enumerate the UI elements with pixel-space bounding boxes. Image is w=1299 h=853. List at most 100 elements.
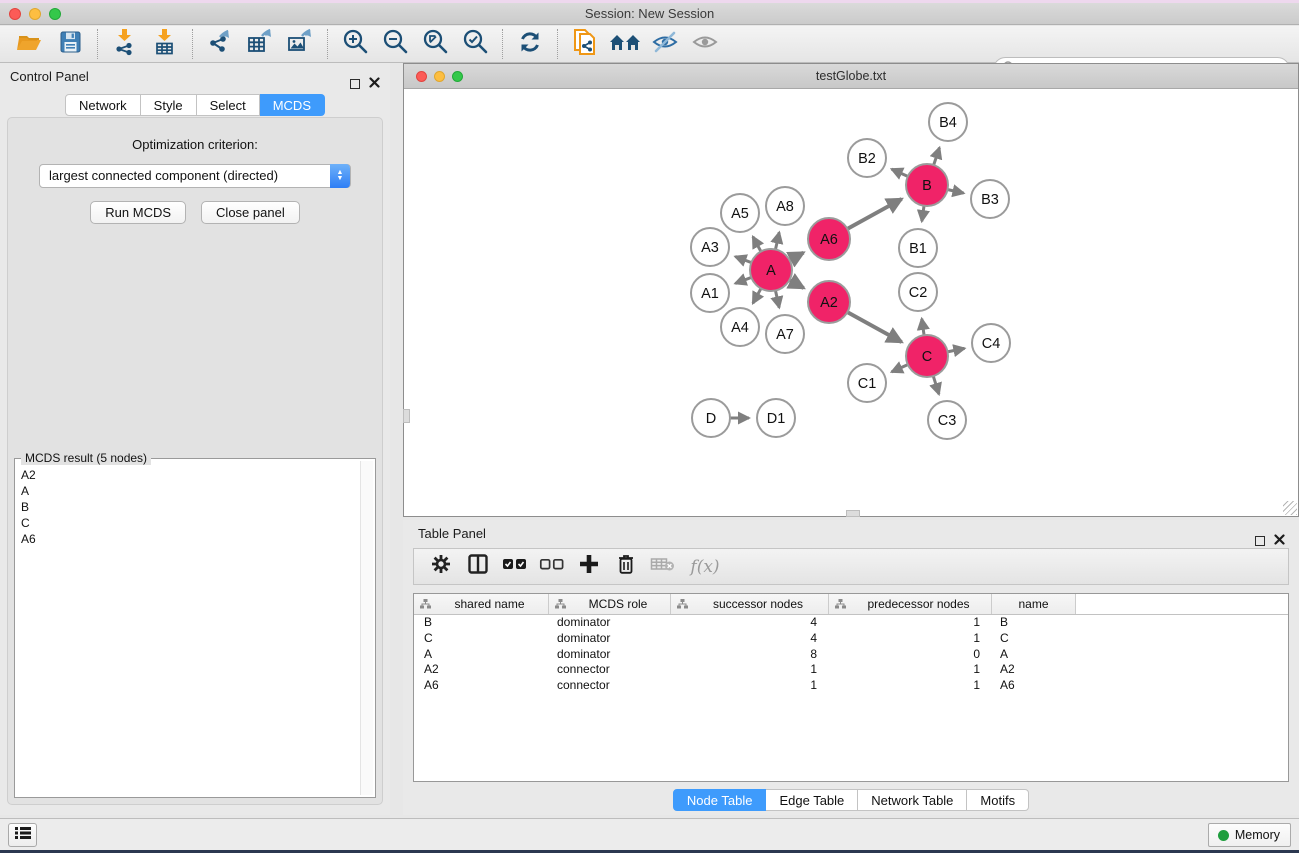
tab-motifs[interactable]: Motifs xyxy=(967,789,1029,811)
network-canvas[interactable]: AA1A2A3A4A5A6A7A8BB1B2B3B4CC1C2C3C4DD1 xyxy=(404,90,1298,516)
show-columns-button[interactable] xyxy=(461,552,494,582)
table-row[interactable]: Cdominator41C xyxy=(414,631,1288,647)
network-window-titlebar[interactable]: testGlobe.txt xyxy=(404,64,1298,89)
table-cell[interactable]: C xyxy=(992,631,1076,647)
graph-node-C3[interactable]: C3 xyxy=(928,401,966,439)
open-session-button[interactable] xyxy=(10,28,50,60)
mcds-result-item[interactable]: C xyxy=(21,515,355,531)
column-header-shared-name[interactable]: shared name xyxy=(414,594,549,614)
table-cell[interactable]: B xyxy=(414,615,549,631)
table-cell[interactable]: dominator xyxy=(549,631,671,647)
horizontal-scrollbar-thumb[interactable] xyxy=(846,510,860,517)
function-builder-button[interactable]: f(x) xyxy=(683,552,727,582)
zoom-selected-button[interactable] xyxy=(455,28,495,60)
tab-network-table[interactable]: Network Table xyxy=(858,789,967,811)
task-history-button[interactable] xyxy=(8,823,37,847)
tab-node-table[interactable]: Node Table xyxy=(673,789,767,811)
table-cell[interactable]: 1 xyxy=(829,678,992,694)
table-row[interactable]: Adominator80A xyxy=(414,647,1288,663)
graph-node-A[interactable]: A xyxy=(750,249,792,291)
table-cell[interactable]: A2 xyxy=(414,662,549,678)
memory-button[interactable]: Memory xyxy=(1208,823,1291,847)
column-header-successor-nodes[interactable]: successor nodes xyxy=(671,594,829,614)
tab-select[interactable]: Select xyxy=(197,94,260,116)
table-cell[interactable]: 1 xyxy=(829,615,992,631)
import-network-button[interactable] xyxy=(105,28,145,60)
mcds-list-scrollbar[interactable] xyxy=(360,461,373,795)
optimization-criterion-select[interactable]: largest connected component (directed) ▲… xyxy=(39,164,351,188)
home-button[interactable] xyxy=(605,28,645,60)
export-network-button[interactable] xyxy=(200,28,240,60)
mcds-result-item[interactable]: A2 xyxy=(21,467,355,483)
graph-node-B2[interactable]: B2 xyxy=(848,139,886,177)
vertical-scrollbar-thumb[interactable] xyxy=(403,409,410,423)
column-header-MCDS-role[interactable]: MCDS role xyxy=(549,594,671,614)
graph-node-B3[interactable]: B3 xyxy=(971,180,1009,218)
zoom-in-button[interactable] xyxy=(335,28,375,60)
graph-node-A2[interactable]: A2 xyxy=(808,281,850,323)
graph-node-A3[interactable]: A3 xyxy=(691,228,729,266)
graph-node-B[interactable]: B xyxy=(906,164,948,206)
mcds-result-item[interactable]: A6 xyxy=(21,531,355,547)
zoom-window-button[interactable] xyxy=(49,8,61,20)
zoom-out-button[interactable] xyxy=(375,28,415,60)
table-cell[interactable]: 4 xyxy=(671,615,829,631)
table-cell[interactable]: 1 xyxy=(829,662,992,678)
table-cell[interactable]: 1 xyxy=(671,662,829,678)
graph-node-A8[interactable]: A8 xyxy=(766,187,804,225)
graph-node-A7[interactable]: A7 xyxy=(766,315,804,353)
show-graphics-details-button[interactable] xyxy=(685,28,725,60)
graph-node-A6[interactable]: A6 xyxy=(808,218,850,260)
delete-table-button[interactable] xyxy=(646,552,679,582)
add-column-button[interactable] xyxy=(572,552,605,582)
table-row[interactable]: A6connector11A6 xyxy=(414,678,1288,694)
mcds-result-item[interactable]: B xyxy=(21,499,355,515)
minimize-window-button[interactable] xyxy=(29,8,41,20)
graph-node-D1[interactable]: D1 xyxy=(757,399,795,437)
table-cell[interactable]: B xyxy=(992,615,1076,631)
table-cell[interactable]: connector xyxy=(549,662,671,678)
graph-node-C1[interactable]: C1 xyxy=(848,364,886,402)
network-minimize-button[interactable] xyxy=(434,71,445,82)
resize-grip[interactable] xyxy=(1283,501,1297,515)
graph-node-A5[interactable]: A5 xyxy=(721,194,759,232)
table-cell[interactable]: A2 xyxy=(992,662,1076,678)
graph-node-B4[interactable]: B4 xyxy=(929,103,967,141)
table-cell[interactable]: C xyxy=(414,631,549,647)
deselect-all-button[interactable] xyxy=(535,552,568,582)
graph-node-A4[interactable]: A4 xyxy=(721,308,759,346)
mcds-result-list[interactable]: A2ABCA6 xyxy=(17,461,359,795)
network-from-selection-button[interactable] xyxy=(565,28,605,60)
table-cell[interactable]: dominator xyxy=(549,647,671,663)
table-cell[interactable]: dominator xyxy=(549,615,671,631)
float-panel-icon[interactable] xyxy=(350,79,360,89)
mcds-result-item[interactable]: A xyxy=(21,483,355,499)
table-cell[interactable]: 1 xyxy=(671,678,829,694)
network-zoom-button[interactable] xyxy=(452,71,463,82)
graph-node-B1[interactable]: B1 xyxy=(899,229,937,267)
graph-node-A1[interactable]: A1 xyxy=(691,274,729,312)
network-graph[interactable]: AA1A2A3A4A5A6A7A8BB1B2B3B4CC1C2C3C4DD1 xyxy=(404,90,1298,516)
graph-node-D[interactable]: D xyxy=(692,399,730,437)
float-panel-icon[interactable] xyxy=(1255,536,1265,546)
column-header-name[interactable]: name xyxy=(992,594,1076,614)
table-options-button[interactable] xyxy=(424,552,457,582)
export-image-button[interactable] xyxy=(280,28,320,60)
delete-columns-button[interactable] xyxy=(609,552,642,582)
tab-network[interactable]: Network xyxy=(65,94,141,116)
graph-node-C2[interactable]: C2 xyxy=(899,273,937,311)
table-cell[interactable]: A xyxy=(992,647,1076,663)
graph-node-C[interactable]: C xyxy=(906,335,948,377)
hide-graphics-details-button[interactable] xyxy=(645,28,685,60)
tab-edge-table[interactable]: Edge Table xyxy=(766,789,858,811)
export-table-button[interactable] xyxy=(240,28,280,60)
close-window-button[interactable] xyxy=(9,8,21,20)
table-cell[interactable]: A6 xyxy=(992,678,1076,694)
table-cell[interactable]: 8 xyxy=(671,647,829,663)
save-session-button[interactable] xyxy=(50,28,90,60)
table-cell[interactable]: 1 xyxy=(829,631,992,647)
refresh-layout-button[interactable] xyxy=(510,28,550,60)
table-row[interactable]: Bdominator41B xyxy=(414,615,1288,631)
table-cell[interactable]: 4 xyxy=(671,631,829,647)
table-cell[interactable]: connector xyxy=(549,678,671,694)
